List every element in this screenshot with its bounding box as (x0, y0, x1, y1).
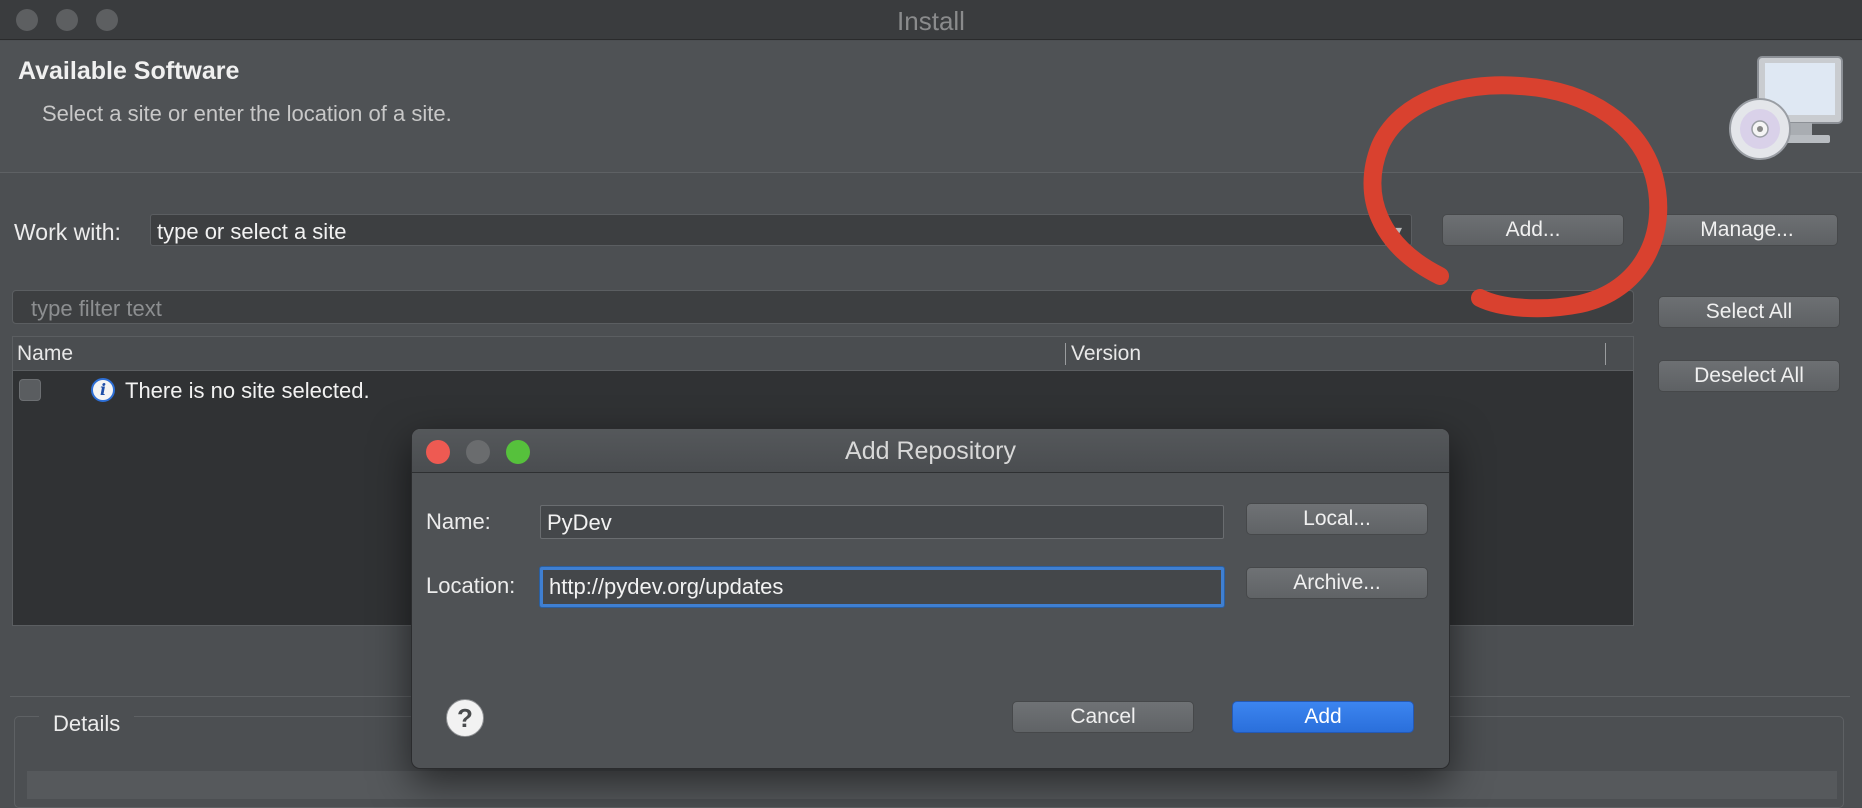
repo-location-field[interactable]: http://pydev.org/updates (540, 567, 1224, 607)
info-icon: i (91, 378, 115, 402)
row-label: There is no site selected. (125, 378, 370, 403)
column-header-version[interactable]: Version (1071, 342, 1141, 366)
dialog-titlebar: Add Repository (412, 429, 1449, 473)
table-row[interactable]: i There is no site selected. (13, 373, 1633, 407)
archive-button[interactable]: Archive... (1246, 567, 1428, 599)
page-header: Available Software Select a site or ente… (0, 41, 1862, 173)
repo-name-field[interactable]: PyDev (540, 505, 1224, 539)
work-with-combo[interactable]: type or select a site ▾ (150, 214, 1412, 246)
details-label: Details (39, 711, 135, 737)
repo-location-label: Location: (426, 573, 516, 598)
chevron-down-icon[interactable]: ▾ (1385, 215, 1411, 245)
work-with-label: Work with: (14, 219, 121, 245)
column-header-name[interactable]: Name (17, 342, 73, 366)
select-all-button[interactable]: Select All (1658, 296, 1840, 328)
page-subtitle: Select a site or enter the location of a… (42, 101, 452, 126)
column-divider[interactable] (1605, 343, 1606, 365)
filter-input[interactable]: type filter text (12, 290, 1634, 324)
filter-placeholder: type filter text (31, 296, 162, 321)
window-titlebar: Install (0, 0, 1862, 40)
table-header: Name Version (13, 337, 1633, 371)
add-site-button[interactable]: Add... (1442, 214, 1624, 246)
window-title: Install (897, 6, 965, 36)
install-software-icon (1729, 56, 1843, 160)
dialog-title: Add Repository (845, 437, 1016, 465)
work-with-value[interactable]: type or select a site (157, 219, 347, 245)
column-divider[interactable] (1065, 343, 1066, 365)
help-icon[interactable]: ? (446, 699, 484, 737)
details-content (27, 771, 1837, 799)
add-button[interactable]: Add (1232, 701, 1414, 733)
cancel-button[interactable]: Cancel (1012, 701, 1194, 733)
manage-sites-button[interactable]: Manage... (1656, 214, 1838, 246)
local-button[interactable]: Local... (1246, 503, 1428, 535)
row-checkbox[interactable] (19, 379, 41, 401)
repo-name-label: Name: (426, 509, 491, 534)
page-title: Available Software (18, 57, 240, 85)
add-repository-dialog: Add Repository Name: PyDev Local... Loca… (411, 428, 1450, 769)
deselect-all-button[interactable]: Deselect All (1658, 360, 1840, 392)
